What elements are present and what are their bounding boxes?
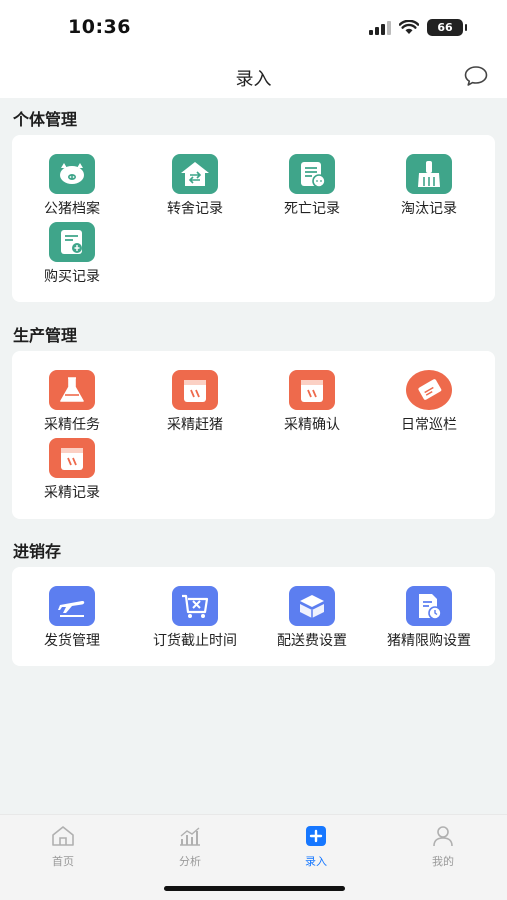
section-title-individual: 个体管理 [13,110,78,129]
tab-label: 首页 [52,855,74,868]
grid-item-label: 采精记录 [44,485,100,501]
grid-item-order-deadline[interactable]: 订货截止时间 [137,586,253,650]
grid-item-label: 订货截止时间 [153,633,237,649]
status-bar: 10:36 66 [0,0,507,58]
grid-item-label: 采精赶猪 [167,417,223,433]
section-card-individual: 公猪档案 转舍记录 死亡记录 淘汰记录 购买记录 [12,135,495,302]
grid-item-label: 转舍记录 [167,201,223,217]
collection-confirm-icon [289,370,335,410]
section-card-inventory: 发货管理 订货截止时间 配送费设置 猪精限购设置 [12,567,495,666]
grid-item-death-record[interactable]: 死亡记录 [254,154,370,218]
collection-drive-icon [172,370,218,410]
analysis-icon [180,827,200,846]
purchase-record-icon [49,222,95,262]
tab-label: 分析 [179,855,201,868]
grid-item-label: 发货管理 [44,633,100,649]
grid-item-label: 死亡记录 [284,201,340,217]
battery-indicator: 66 [427,19,467,36]
tab-label: 录入 [305,855,327,868]
collection-task-icon [49,370,95,410]
profile-icon [433,826,453,847]
tab-label: 我的 [432,855,454,868]
boar-profile-icon [49,154,95,194]
daily-inspection-icon [406,370,452,410]
delivery-fee-icon [289,586,335,626]
grid-item-purchase-limit[interactable]: 猪精限购设置 [371,586,487,650]
death-record-icon [289,154,335,194]
wifi-icon [399,20,419,34]
grid-item-label: 淘汰记录 [401,201,457,217]
page-title: 录入 [235,69,272,90]
transfer-house-icon [172,154,218,194]
navigation-bar: 录入 [0,58,507,98]
grid-item-cull-record[interactable]: 淘汰记录 [371,154,487,218]
home-icon [52,826,74,846]
section-title-inventory: 进销存 [13,542,62,561]
grid-item-collection-drive[interactable]: 采精赶猪 [137,370,253,434]
tab-profile[interactable]: 我的 [403,825,483,869]
shipping-icon [49,586,95,626]
grid-item-delivery-fee[interactable]: 配送费设置 [254,586,370,650]
tab-entry[interactable]: 录入 [276,825,356,869]
grid-item-label: 公猪档案 [44,201,100,217]
grid-item-label: 配送费设置 [277,633,347,649]
grid-item-label: 购买记录 [44,269,100,285]
grid-item-purchase-record[interactable]: 购买记录 [14,222,130,286]
status-icons: 66 [369,19,467,36]
home-indicator [164,886,345,891]
grid-item-label: 日常巡栏 [401,417,457,433]
status-time: 10:36 [68,16,131,38]
grid-item-transfer-house[interactable]: 转舍记录 [137,154,253,218]
purchase-limit-icon [406,586,452,626]
chat-bubble-icon[interactable] [463,64,489,88]
grid-item-label: 采精确认 [284,417,340,433]
grid-item-collection-task[interactable]: 采精任务 [14,370,130,434]
entry-plus-icon [306,826,326,846]
section-card-production: 采精任务 采精赶猪 采精确认 日常巡栏 采精记录 [12,351,495,519]
grid-item-daily-inspection[interactable]: 日常巡栏 [371,370,487,434]
cull-record-icon [406,154,452,194]
cellular-signal-icon [369,20,391,35]
grid-item-boar-profile[interactable]: 公猪档案 [14,154,130,218]
tab-home[interactable]: 首页 [23,825,103,869]
grid-item-collection-confirm[interactable]: 采精确认 [254,370,370,434]
order-deadline-icon [172,586,218,626]
tab-analysis[interactable]: 分析 [150,825,230,869]
grid-item-collection-record[interactable]: 采精记录 [14,438,130,502]
grid-item-label: 猪精限购设置 [387,633,471,649]
section-title-production: 生产管理 [13,326,78,345]
collection-record-icon [49,438,95,478]
grid-item-shipping[interactable]: 发货管理 [14,586,130,650]
grid-item-label: 采精任务 [44,417,100,433]
